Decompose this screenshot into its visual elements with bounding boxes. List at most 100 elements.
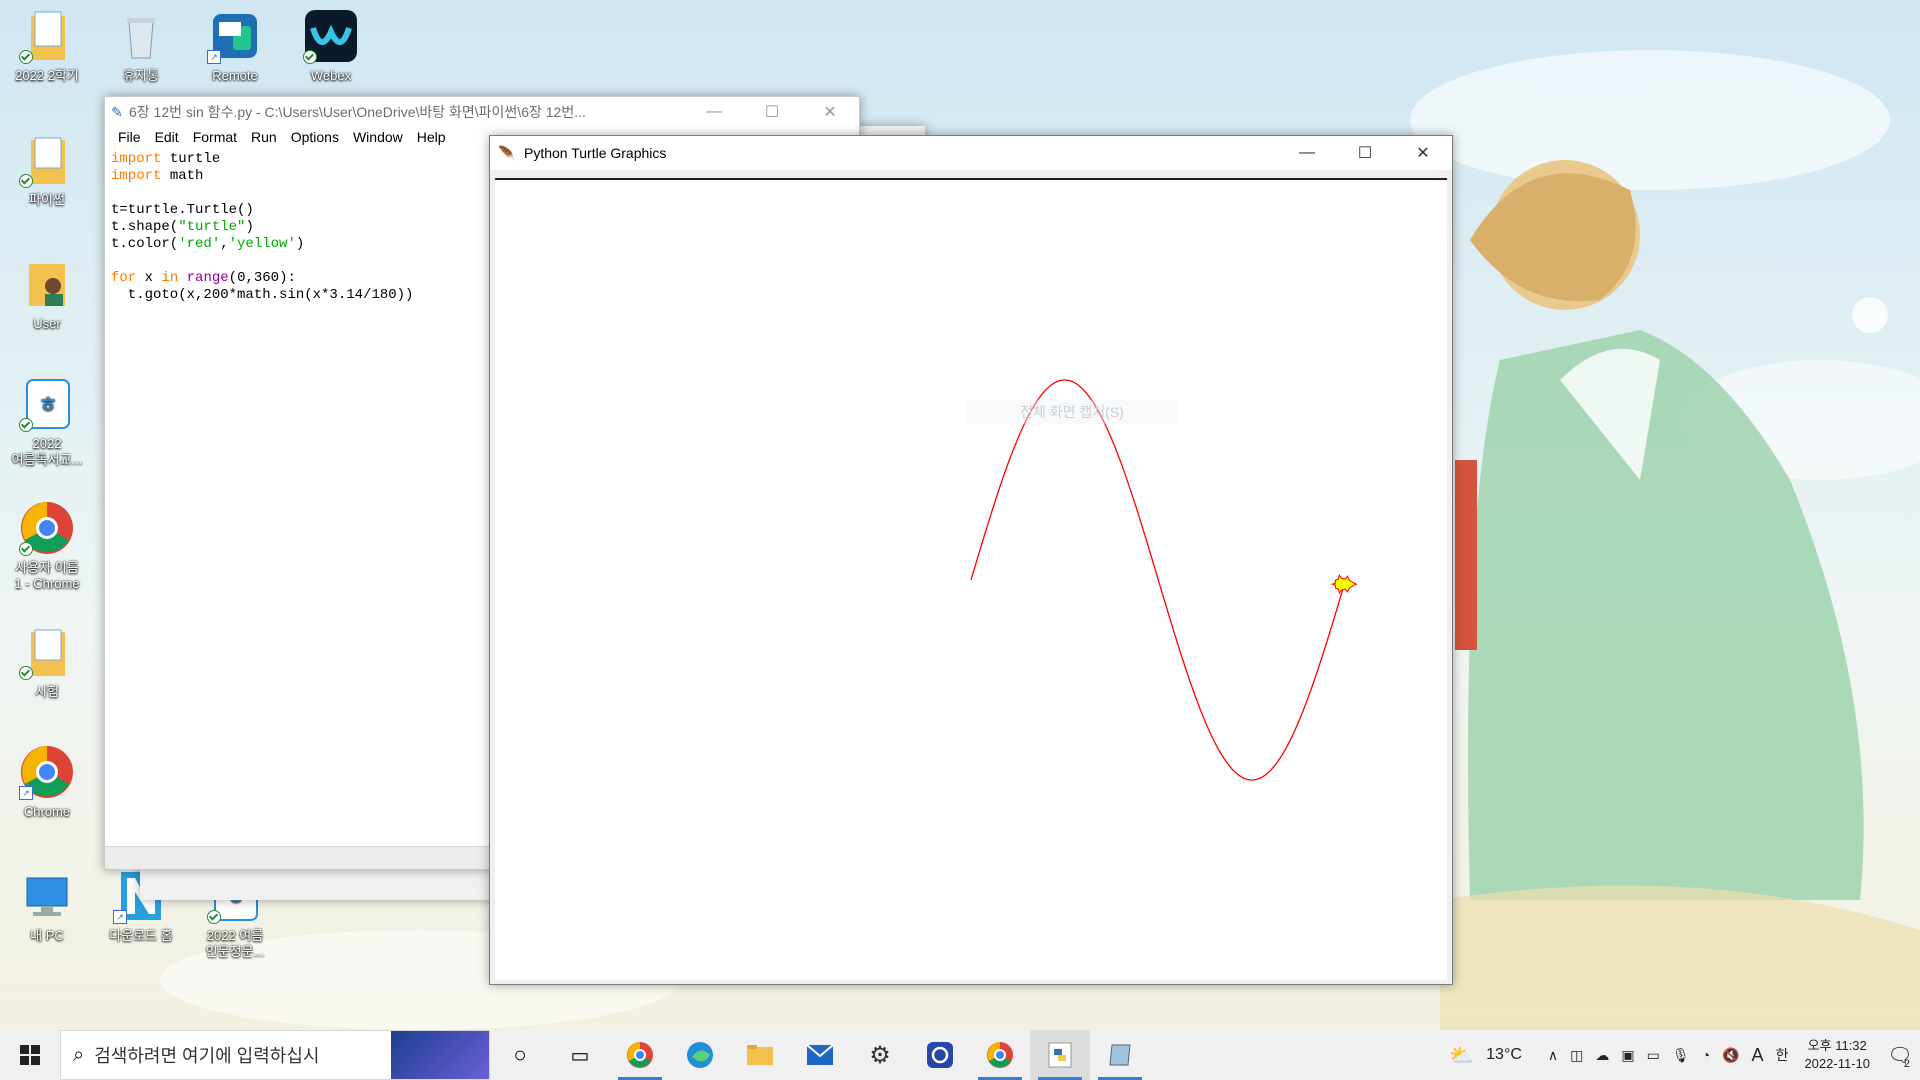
close-button[interactable]: ✕	[801, 97, 859, 127]
notification-center-button[interactable]: 🗨 2	[1880, 1030, 1920, 1080]
desktop-icon-2022-2hakgi[interactable]: 2022 2학기	[4, 8, 90, 84]
desktop-icon-exam[interactable]: 시험	[4, 624, 90, 700]
turtle-titlebar[interactable]: 🪶 Python Turtle Graphics — ☐ ✕	[490, 136, 1452, 170]
menu-help[interactable]: Help	[410, 127, 453, 149]
clock[interactable]: 오후 11:32 2022-11-10	[1804, 1037, 1870, 1073]
code-text: t=turtle.Turtle()	[111, 202, 254, 218]
maximize-button[interactable]: ☐	[743, 97, 801, 127]
taskbar-file-explorer[interactable]	[730, 1030, 790, 1080]
task-view-button[interactable]: ▭	[550, 1030, 610, 1080]
windows-icon	[20, 1045, 40, 1065]
display-icon[interactable]: ▣	[1621, 1047, 1634, 1064]
desktop-icon-chrome[interactable]: ↗ Chrome	[4, 744, 90, 820]
code-text: x	[136, 270, 162, 286]
computer-icon	[19, 868, 75, 924]
taskbar-idle[interactable]	[1090, 1030, 1150, 1080]
taskbar-chrome[interactable]	[970, 1030, 1030, 1080]
code-text: ,	[220, 236, 229, 252]
shortcut-arrow-icon: ↗	[207, 50, 221, 64]
desktop-icon-python-folder[interactable]: 파이썬	[4, 132, 90, 208]
editor-title: 6장 12번 sin 함수.py - C:\Users\User\OneDriv…	[129, 104, 586, 120]
desktop-icon-remote[interactable]: ↗ Remote	[192, 8, 278, 84]
taskbar-mail[interactable]	[790, 1030, 850, 1080]
wifi-icon[interactable]: ◔	[1702, 1047, 1710, 1063]
keyword: import	[111, 168, 162, 184]
desktop-icon-webex[interactable]: Webex	[288, 8, 374, 84]
icon-label: Chrome	[23, 804, 71, 819]
ime-mode[interactable]: A	[1752, 1045, 1764, 1066]
turtle-drawing	[970, 379, 1358, 781]
minimize-button[interactable]: —	[685, 97, 743, 127]
remote-icon: ↗	[207, 8, 263, 64]
icon-label: 2022 2학기	[15, 68, 79, 83]
python-file-icon: ✎	[111, 103, 123, 120]
keyword: import	[111, 151, 162, 167]
cortana-icon: ○	[513, 1042, 527, 1067]
keyword: for	[111, 270, 137, 286]
editor-titlebar[interactable]: ✎ 6장 12번 sin 함수.py - C:\Users\User\OneDr…	[105, 97, 859, 127]
taskbar-edge[interactable]	[670, 1030, 730, 1080]
close-button[interactable]: ✕	[1394, 138, 1452, 168]
menu-file[interactable]: File	[111, 127, 148, 149]
code-text: t.color(	[111, 236, 179, 252]
menu-run[interactable]: Run	[244, 127, 284, 149]
desktop-icon-my-pc[interactable]: 내 PC	[4, 868, 90, 944]
sync-status-icon	[19, 418, 33, 432]
code-text: math	[161, 168, 204, 184]
builtin: range	[186, 270, 229, 286]
minimize-button[interactable]: —	[1278, 138, 1336, 168]
taskbar-settings[interactable]: ⚙	[850, 1030, 910, 1080]
language-indicator[interactable]: 한	[1776, 1045, 1789, 1065]
desktop-icon-chrome-profile[interactable]: 사용자 이름 1 - Chrome	[4, 500, 90, 592]
desktop-icon-recycle-bin[interactable]: 휴지통	[98, 8, 184, 84]
notification-count: 2	[1903, 1058, 1910, 1070]
chevron-up-icon[interactable]: ∧	[1548, 1047, 1558, 1064]
task-view-icon: ▭	[570, 1044, 590, 1067]
weather-temp[interactable]: 13°C	[1486, 1046, 1522, 1064]
capture-hint: 전체 화면 캡처(S)	[967, 400, 1177, 424]
hancom-doc-icon: ㅎ	[19, 376, 75, 432]
icon-label: 내 PC	[30, 928, 64, 943]
speaker-muted-icon[interactable]: 🔇	[1722, 1047, 1739, 1064]
search-box[interactable]: ⌕ 검색하려면 여기에 입력하십시	[60, 1030, 490, 1080]
microphone-icon[interactable]: 🎙	[1672, 1047, 1690, 1064]
sync-status-icon	[19, 542, 33, 556]
system-tray: ⛅ 13°C ∧ ◫ ☁ ▣ ▭ 🎙 ◔ 🔇 A 한 오후 11:32 2022…	[1443, 1030, 1920, 1080]
keyword: in	[161, 270, 179, 286]
icon-label: 파이썬	[29, 192, 65, 207]
search-placeholder: 검색하려면 여기에 입력하십시	[94, 1046, 320, 1066]
turtle-canvas[interactable]: 전체 화면 캡처(S)	[495, 178, 1447, 980]
svg-text:ㅎ: ㅎ	[38, 393, 58, 418]
sync-status-icon	[19, 50, 33, 64]
code-text: )	[295, 236, 305, 252]
edge-icon	[687, 1042, 713, 1068]
onedrive-icon[interactable]: ☁	[1595, 1047, 1609, 1064]
taskbar-chrome-profile[interactable]	[610, 1030, 670, 1080]
code-text: t.goto(x,200*math.sin(x*3.14/180))	[111, 287, 414, 303]
menu-options[interactable]: Options	[284, 127, 346, 149]
idle-icon	[1109, 1044, 1131, 1066]
folder-icon	[747, 1045, 773, 1065]
clock-date: 2022-11-10	[1804, 1056, 1870, 1071]
cortana-button[interactable]: ○	[490, 1030, 550, 1080]
taskbar: ⌕ 검색하려면 여기에 입력하십시 ○ ▭ ⚙ ⛅ 13°C ∧ ◫ ☁ ▣ ▭…	[0, 1030, 1920, 1080]
taskbar-python[interactable]	[1030, 1030, 1090, 1080]
menu-window[interactable]: Window	[346, 127, 410, 149]
menu-edit[interactable]: Edit	[148, 127, 186, 149]
battery-icon[interactable]: ▭	[1647, 1047, 1660, 1064]
desktop-icon-user[interactable]: User	[4, 256, 90, 332]
icon-label: 2022 여름독서교...	[11, 436, 83, 467]
code-text: turtle	[161, 151, 221, 167]
start-button[interactable]	[0, 1030, 60, 1080]
meet-now-icon[interactable]: ◫	[1570, 1047, 1583, 1064]
string-literal: 'red'	[178, 236, 221, 252]
maximize-button[interactable]: ☐	[1336, 138, 1394, 168]
menu-format[interactable]: Format	[186, 127, 244, 149]
desktop-icon-2022-reading[interactable]: ㅎ 2022 여름독서교...	[4, 376, 90, 468]
weather-icon[interactable]: ⛅	[1449, 1043, 1474, 1068]
sync-status-icon	[19, 174, 33, 188]
chrome-icon	[627, 1042, 653, 1068]
taskbar-app-q[interactable]	[910, 1030, 970, 1080]
turtle-graphics-window[interactable]: 🪶 Python Turtle Graphics — ☐ ✕ 전체 화면 캡처(…	[489, 135, 1453, 985]
